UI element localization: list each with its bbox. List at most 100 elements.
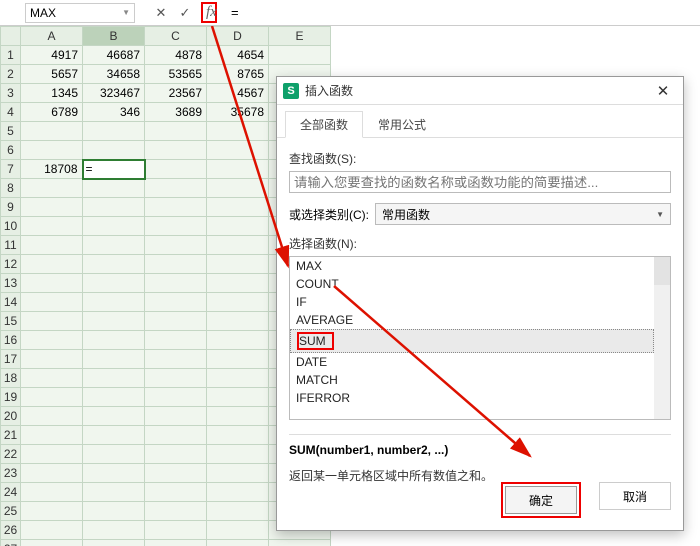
cell-C22[interactable] [145, 445, 207, 464]
row-header-12[interactable]: 12 [1, 255, 21, 274]
cell-A19[interactable] [21, 388, 83, 407]
cell-A9[interactable] [21, 198, 83, 217]
cell-B24[interactable] [83, 483, 145, 502]
cell-B3[interactable]: 323467 [83, 84, 145, 103]
cell-C7[interactable] [145, 160, 207, 179]
cell-A18[interactable] [21, 369, 83, 388]
col-header-B[interactable]: B [83, 27, 145, 46]
cell-C23[interactable] [145, 464, 207, 483]
cell-C14[interactable] [145, 293, 207, 312]
name-box[interactable]: MAX ▼ [25, 3, 135, 23]
cell-D23[interactable] [207, 464, 269, 483]
cell-A15[interactable] [21, 312, 83, 331]
cell-E1[interactable] [269, 46, 331, 65]
cell-D27[interactable] [207, 540, 269, 546]
row-header-19[interactable]: 19 [1, 388, 21, 407]
cell-A2[interactable]: 5657 [21, 65, 83, 84]
function-item-average[interactable]: AVERAGE [290, 311, 654, 329]
cell-C24[interactable] [145, 483, 207, 502]
cell-C4[interactable]: 3689 [145, 103, 207, 122]
cell-D9[interactable] [207, 198, 269, 217]
fx-icon[interactable]: fx [201, 2, 217, 23]
dialog-titlebar[interactable]: S 插入函数 ✕ [277, 77, 683, 105]
cell-B15[interactable] [83, 312, 145, 331]
search-function-input[interactable] [289, 171, 671, 193]
close-icon[interactable]: ✕ [649, 82, 677, 100]
row-header-18[interactable]: 18 [1, 369, 21, 388]
cell-B5[interactable] [83, 122, 145, 141]
cell-C5[interactable] [145, 122, 207, 141]
cell-C10[interactable] [145, 217, 207, 236]
cell-B6[interactable] [83, 141, 145, 160]
cell-B26[interactable] [83, 521, 145, 540]
cell-D21[interactable] [207, 426, 269, 445]
cell-B23[interactable] [83, 464, 145, 483]
cell-A20[interactable] [21, 407, 83, 426]
cell-C12[interactable] [145, 255, 207, 274]
cell-A10[interactable] [21, 217, 83, 236]
cell-C3[interactable]: 23567 [145, 84, 207, 103]
cell-A27[interactable] [21, 540, 83, 546]
cell-D5[interactable] [207, 122, 269, 141]
accept-icon[interactable]: ✓ [177, 5, 193, 21]
cell-D10[interactable] [207, 217, 269, 236]
row-header-17[interactable]: 17 [1, 350, 21, 369]
cell-A5[interactable] [21, 122, 83, 141]
cell-C18[interactable] [145, 369, 207, 388]
cell-B10[interactable] [83, 217, 145, 236]
cell-C2[interactable]: 53565 [145, 65, 207, 84]
cell-C11[interactable] [145, 236, 207, 255]
row-header-23[interactable]: 23 [1, 464, 21, 483]
row-header-24[interactable]: 24 [1, 483, 21, 502]
row-header-1[interactable]: 1 [1, 46, 21, 65]
cell-D19[interactable] [207, 388, 269, 407]
function-item-match[interactable]: MATCH [290, 371, 654, 389]
col-header-C[interactable]: C [145, 27, 207, 46]
row-header-6[interactable]: 6 [1, 141, 21, 160]
cell-D12[interactable] [207, 255, 269, 274]
cell-C16[interactable] [145, 331, 207, 350]
cell-A26[interactable] [21, 521, 83, 540]
cell-B4[interactable]: 346 [83, 103, 145, 122]
cell-E27[interactable] [269, 540, 331, 546]
tab-all-functions[interactable]: 全部函数 [285, 111, 363, 138]
col-header-D[interactable]: D [207, 27, 269, 46]
category-select[interactable]: 常用函数 ▼ [375, 203, 671, 225]
function-item-count[interactable]: COUNT [290, 275, 654, 293]
row-header-16[interactable]: 16 [1, 331, 21, 350]
row-header-9[interactable]: 9 [1, 198, 21, 217]
function-list[interactable]: MAXCOUNTIFAVERAGESUMDATEMATCHIFERROR [289, 256, 671, 420]
cell-D4[interactable]: 35678 [207, 103, 269, 122]
col-header-E[interactable]: E [269, 27, 331, 46]
cell-D16[interactable] [207, 331, 269, 350]
cell-A12[interactable] [21, 255, 83, 274]
cell-B2[interactable]: 34658 [83, 65, 145, 84]
function-item-sum[interactable]: SUM [290, 329, 654, 353]
row-header-14[interactable]: 14 [1, 293, 21, 312]
cell-B21[interactable] [83, 426, 145, 445]
cell-B25[interactable] [83, 502, 145, 521]
cell-C6[interactable] [145, 141, 207, 160]
cell-C17[interactable] [145, 350, 207, 369]
cancel-button[interactable]: 取消 [599, 482, 671, 510]
cell-C8[interactable] [145, 179, 207, 198]
cell-B8[interactable] [83, 179, 145, 198]
cell-A23[interactable] [21, 464, 83, 483]
cell-A24[interactable] [21, 483, 83, 502]
cell-D24[interactable] [207, 483, 269, 502]
function-item-date[interactable]: DATE [290, 353, 654, 371]
cell-D14[interactable] [207, 293, 269, 312]
cell-D8[interactable] [207, 179, 269, 198]
cell-B11[interactable] [83, 236, 145, 255]
cell-D17[interactable] [207, 350, 269, 369]
row-header-11[interactable]: 11 [1, 236, 21, 255]
col-header-A[interactable]: A [21, 27, 83, 46]
cell-C26[interactable] [145, 521, 207, 540]
formula-input[interactable] [225, 5, 700, 20]
row-header-7[interactable]: 7 [1, 160, 21, 179]
row-header-26[interactable]: 26 [1, 521, 21, 540]
cell-D26[interactable] [207, 521, 269, 540]
cell-A8[interactable] [21, 179, 83, 198]
cell-D2[interactable]: 8765 [207, 65, 269, 84]
cell-B7[interactable]: = [83, 160, 145, 179]
